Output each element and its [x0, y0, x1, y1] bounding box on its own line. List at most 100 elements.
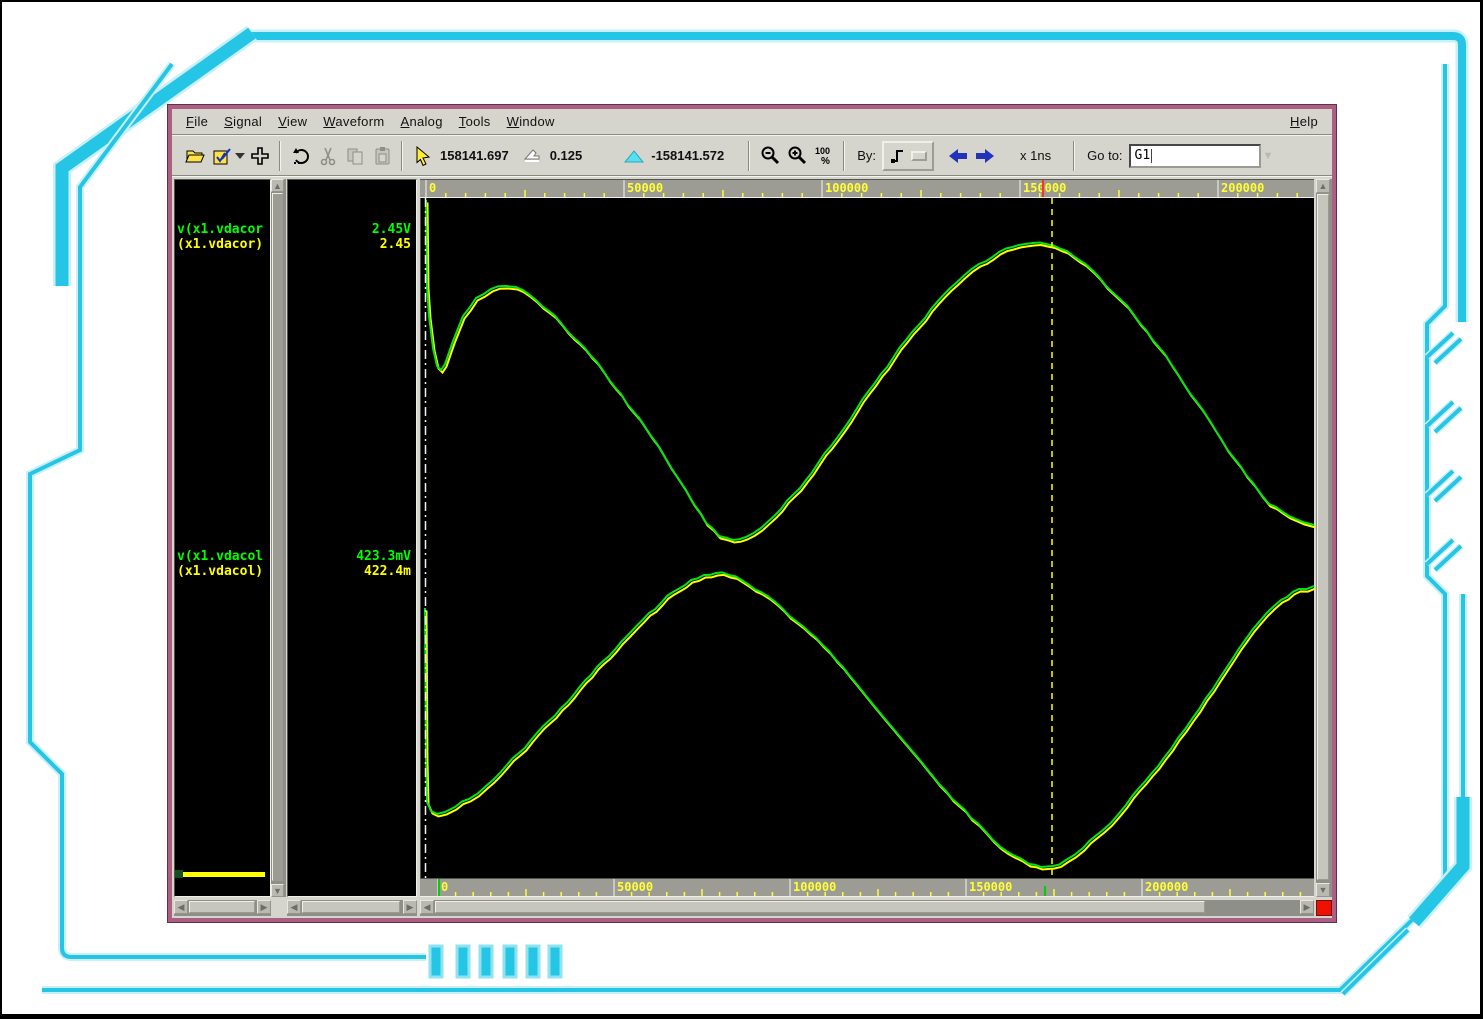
- menu-file[interactable]: File: [178, 111, 216, 132]
- cut-scissors-icon: [317, 145, 339, 167]
- signal-names-panel[interactable]: v(x1.vdacor(x1.vdacor) v(x1.vdacol(x1.vda…: [174, 179, 271, 897]
- menu-waveform[interactable]: Waveform: [315, 111, 392, 132]
- undo-button[interactable]: [287, 142, 314, 170]
- full-range-time-ruler[interactable]: 050000100000150000200000: [420, 878, 1314, 897]
- signal-name[interactable]: (x1.vdacor): [177, 237, 263, 252]
- signal-values-panel[interactable]: 2.45V2.45 423.3mV422.4m: [287, 179, 417, 897]
- cursor-tool-button[interactable]: [409, 142, 436, 170]
- svg-text:50000: 50000: [617, 880, 653, 894]
- menu-help[interactable]: Help: [1282, 111, 1326, 132]
- menu-view[interactable]: View: [270, 111, 315, 132]
- signal-manager-dropdown-icon[interactable]: [234, 153, 246, 159]
- top-time-ruler[interactable]: 050000100000150000200000: [420, 179, 1314, 198]
- decor-dashes: [430, 946, 561, 977]
- time-scale-label: x 1ns: [1020, 148, 1051, 163]
- goto-input-value: G1: [1135, 148, 1151, 163]
- paste-button[interactable]: [368, 142, 395, 170]
- step-tool-button[interactable]: [519, 142, 546, 170]
- svg-text:100: 100: [815, 146, 830, 156]
- step-value: 0.125: [550, 148, 583, 163]
- menu-tools[interactable]: Tools: [451, 111, 499, 132]
- fit-crosshair-button[interactable]: [246, 142, 273, 170]
- zoom-in-icon: [786, 145, 808, 167]
- signal-name[interactable]: (x1.vdacol): [177, 564, 263, 579]
- names-vertical-scrollbar[interactable]: ▲ ▼: [271, 179, 286, 897]
- signal-value: 2.45: [380, 237, 411, 252]
- signal-value: 422.4m: [364, 564, 411, 579]
- zoom-in-button[interactable]: [783, 142, 810, 170]
- scroll-right-icon[interactable]: ▶: [1300, 900, 1314, 914]
- scroll-up-icon[interactable]: ▲: [1316, 179, 1330, 193]
- waveform-display-area[interactable]: [420, 198, 1314, 878]
- by-option-button[interactable]: [911, 151, 927, 161]
- scroll-left-icon[interactable]: ◀: [174, 900, 188, 914]
- scrollbar-thumb[interactable]: [272, 193, 283, 881]
- scroll-left-icon[interactable]: ◀: [420, 900, 434, 914]
- waveform-vertical-scrollbar[interactable]: ▲ ▼: [1316, 179, 1332, 897]
- signal-insert-marker: [177, 872, 265, 877]
- search-next-button[interactable]: [971, 142, 998, 170]
- toolbar-separator: [748, 141, 750, 171]
- pointer-cursor-icon: [412, 145, 434, 167]
- search-prev-button[interactable]: [944, 142, 971, 170]
- toolbar: 158141.697 0.125 -158141.572 100 %: [172, 136, 1332, 176]
- hand-icon: [521, 145, 543, 167]
- goto-label: Go to:: [1087, 148, 1122, 163]
- goto-input[interactable]: G1: [1129, 144, 1261, 168]
- signal-name[interactable]: v(x1.vdacor: [177, 222, 263, 237]
- waveform-horizontal-scrollbar[interactable]: ◀ ▶: [420, 900, 1314, 916]
- signal-manager-button[interactable]: [207, 142, 234, 170]
- prev-arrow-icon: [947, 147, 969, 165]
- signal-value: 2.45V: [372, 222, 411, 237]
- scroll-left-icon[interactable]: ◀: [287, 900, 301, 914]
- waveform-viewer-window: FileSignalViewWaveformAnalogToolsWindow H…: [168, 105, 1336, 922]
- text-caret: [1151, 149, 1152, 163]
- zoom-out-button[interactable]: [756, 142, 783, 170]
- svg-text:50000: 50000: [627, 181, 663, 195]
- resize-grip[interactable]: [1316, 900, 1332, 916]
- toolbar-separator: [843, 141, 845, 171]
- open-folder-icon: [183, 145, 205, 167]
- svg-text:0: 0: [441, 880, 448, 894]
- menu-signal[interactable]: Signal: [216, 111, 270, 132]
- signal-name[interactable]: v(x1.vdacol: [177, 549, 263, 564]
- scroll-right-icon[interactable]: ▶: [257, 900, 271, 914]
- menu-bar: FileSignalViewWaveformAnalogToolsWindow H…: [172, 109, 1332, 135]
- scrollbar-thumb[interactable]: [435, 901, 1205, 913]
- copy-button[interactable]: [341, 142, 368, 170]
- scrollbar-thumb[interactable]: [302, 901, 400, 913]
- scroll-down-icon[interactable]: ▼: [1316, 883, 1330, 897]
- delta-tool-button[interactable]: [620, 142, 647, 170]
- scroll-right-icon[interactable]: ▶: [403, 900, 417, 914]
- next-arrow-icon: [974, 147, 996, 165]
- cut-button[interactable]: [314, 142, 341, 170]
- by-label: By:: [857, 148, 876, 163]
- scroll-down-icon[interactable]: ▼: [271, 884, 284, 897]
- scroll-up-icon[interactable]: ▲: [271, 179, 284, 192]
- zoom-full-button[interactable]: 100 %: [810, 142, 837, 170]
- delta-value: -158141.572: [651, 148, 724, 163]
- undo-icon: [290, 145, 312, 167]
- toolbar-separator: [279, 141, 281, 171]
- menu-window[interactable]: Window: [499, 111, 563, 132]
- signal-value: 423.3mV: [356, 549, 411, 564]
- signal-manager-icon: [210, 145, 232, 167]
- scrollbar-thumb[interactable]: [189, 901, 255, 913]
- svg-text:200000: 200000: [1221, 181, 1264, 195]
- svg-text:100000: 100000: [793, 880, 836, 894]
- toolbar-separator: [401, 141, 403, 171]
- open-button[interactable]: [180, 142, 207, 170]
- crosshair-icon: [249, 145, 271, 167]
- scrollbar-thumb[interactable]: [1317, 194, 1329, 880]
- signal-insert-nub: [175, 870, 183, 878]
- names-horizontal-scrollbar[interactable]: ◀ ▶: [174, 900, 271, 916]
- goto-dropdown-icon[interactable]: ▼: [1263, 150, 1274, 162]
- svg-text:200000: 200000: [1145, 880, 1188, 894]
- edge-select-icon: [889, 147, 907, 165]
- svg-text:0: 0: [429, 181, 436, 195]
- menu-analog[interactable]: Analog: [392, 111, 450, 132]
- values-horizontal-scrollbar[interactable]: ◀ ▶: [287, 900, 417, 916]
- svg-text:150000: 150000: [1023, 181, 1066, 195]
- zoom-out-icon: [759, 145, 781, 167]
- search-by-edge-button[interactable]: [882, 141, 934, 171]
